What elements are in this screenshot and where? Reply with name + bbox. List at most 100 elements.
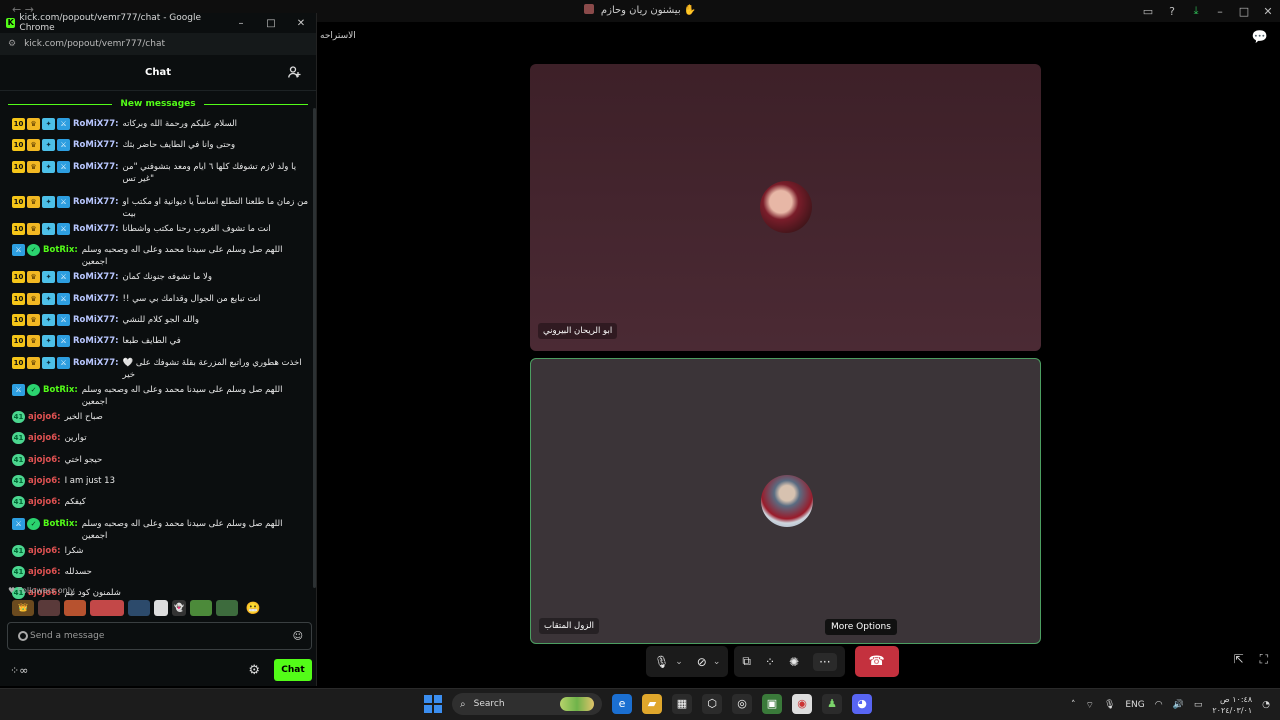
screen-share-icon[interactable]: ⧉ [742,654,751,669]
popout-icon[interactable]: ⇱ [1234,652,1244,667]
crown-badge-icon[interactable]: ♛ [27,222,40,235]
chrome-icon[interactable]: ◉ [792,694,812,714]
more-options-icon[interactable]: ··· [813,652,837,671]
ok-badge-icon[interactable]: ✓ [27,517,40,530]
vip-badge-icon[interactable]: ✦ [42,222,55,235]
emoji-picker-icon[interactable]: ☺ [293,631,303,642]
crown-badge-icon[interactable]: ♛ [27,195,40,208]
emote-grin-icon[interactable]: 😬 [242,600,264,616]
mod-badge-icon[interactable]: ⚔ [57,292,70,305]
app-hex-icon[interactable]: ⬡ [702,694,722,714]
og-badge-icon[interactable]: 41 [12,432,25,445]
clock[interactable]: ١٠:٤٨ ص ٢٠٢٤/٠٣/٠١ [1212,694,1252,716]
mod-badge-icon[interactable]: ⚔ [57,160,70,173]
vip-badge-icon[interactable]: ✦ [42,271,55,284]
ok-badge-icon[interactable]: ✓ [27,244,40,257]
maximize-icon[interactable]: □ [1232,5,1256,18]
crown-badge-icon[interactable]: ♛ [27,356,40,369]
chat-username[interactable]: ajojo6: [28,432,61,444]
vip-badge-icon[interactable]: ✦ [42,195,55,208]
popout-maximize-icon[interactable]: □ [256,18,286,29]
mod-badge-icon[interactable]: ⚔ [57,335,70,348]
mod-badge-icon[interactable]: ⚔ [57,118,70,130]
chat-username[interactable]: BotRix: [43,518,78,530]
chat-username[interactable]: ajojo6: [28,475,61,487]
message-input-box[interactable]: ☺ [7,622,312,650]
chat-bubble-icon[interactable]: 💬 [1252,30,1268,45]
discord-icon[interactable]: ◕ [852,694,872,714]
vip-badge-icon[interactable]: ✦ [42,292,55,305]
emote-cat-icon[interactable] [64,600,86,616]
sub-badge-icon[interactable]: 10 [12,356,25,369]
vip-badge-icon[interactable]: ✦ [42,160,55,173]
mod-badge-icon[interactable]: ⚔ [12,517,25,530]
message-input[interactable] [16,631,293,641]
crown-badge-icon[interactable]: ♛ [27,271,40,284]
chat-username[interactable]: RoMiX77: [73,357,119,369]
send-chat-button[interactable]: Chat [274,659,312,681]
download-icon[interactable]: ⤓ [1184,4,1208,18]
screen-share-icon[interactable]: ▭ [1136,5,1160,18]
mic-options-chevron-icon[interactable]: ⌄ [675,657,683,667]
og-badge-icon[interactable]: 41 [12,410,25,423]
chat-username[interactable]: RoMiX77: [73,118,119,130]
og-badge-icon[interactable]: 41 [12,474,25,487]
network-icon[interactable]: ⌔ [1085,700,1093,711]
microphone-tray-icon[interactable]: 🎙 [1104,700,1115,710]
chat-scrollbar[interactable] [313,108,316,588]
chat-username[interactable]: ajojo6: [28,496,61,508]
site-settings-icon[interactable]: ⚙ [8,39,16,49]
sub-badge-icon[interactable]: 10 [12,139,25,152]
chat-username[interactable]: RoMiX77: [73,196,119,208]
crown-badge-icon[interactable]: ♛ [27,313,40,326]
crown-badge-icon[interactable]: ♛ [27,139,40,152]
users-icon[interactable] [288,66,302,78]
vip-badge-icon[interactable]: ✦ [42,118,55,130]
end-call-button[interactable]: ☎ [854,646,899,677]
chat-username[interactable]: RoMiX77: [73,161,119,173]
crown-badge-icon[interactable]: ♛ [27,335,40,348]
taskbar-search[interactable]: ⌕ Search [452,693,602,715]
vip-badge-icon[interactable]: ✦ [42,335,55,348]
file-explorer-icon[interactable]: ▰ [642,694,662,714]
chevron-up-icon[interactable]: ˄ [1071,700,1076,710]
minimize-icon[interactable]: – [1208,5,1232,18]
og-badge-icon[interactable]: 41 [12,566,25,579]
wifi-icon[interactable]: ◠ [1155,700,1163,710]
mod-badge-icon[interactable]: ⚔ [57,313,70,326]
fullscreen-icon[interactable]: ⛶ [1260,652,1268,667]
chat-username[interactable]: BotRix: [43,244,78,256]
chat-username[interactable]: ajojo6: [28,545,61,557]
mod-badge-icon[interactable]: ⚔ [57,222,70,235]
language-indicator[interactable]: ENG [1125,700,1144,710]
sub-badge-icon[interactable]: 10 [12,271,25,284]
channel-points-icon[interactable]: ⁘∞ [10,664,28,677]
mod-badge-icon[interactable]: ⚔ [57,195,70,208]
sub-badge-icon[interactable]: 10 [12,160,25,173]
participant-tile-top[interactable]: ابو الريحان البيروني [530,64,1041,351]
app-figure-icon[interactable]: ♟ [822,694,842,714]
ok-badge-icon[interactable]: ✓ [27,383,40,396]
chat-username[interactable]: RoMiX77: [73,293,119,305]
emote-frog-icon[interactable] [190,600,212,616]
mod-badge-icon[interactable]: ⚔ [57,271,70,284]
sub-badge-icon[interactable]: 10 [12,335,25,348]
participant-tile-active[interactable]: الزول المتقاب [530,358,1041,644]
notification-icon[interactable]: ◔ [1262,700,1270,710]
crown-badge-icon[interactable]: ♛ [27,160,40,173]
vip-badge-icon[interactable]: ✦ [42,356,55,369]
chat-username[interactable]: BotRix: [43,384,78,396]
emote-crowd-icon[interactable]: 👑 [12,600,34,616]
crown-badge-icon[interactable]: ♛ [27,118,40,130]
vip-badge-icon[interactable]: ✦ [42,313,55,326]
mod-badge-icon[interactable]: ⚔ [12,383,25,396]
help-icon[interactable]: ? [1160,5,1184,18]
mod-badge-icon[interactable]: ⚔ [12,244,25,257]
microphone-icon[interactable]: 🎙 [654,655,669,669]
og-badge-icon[interactable]: 41 [12,496,25,509]
chat-username[interactable]: ajojo6: [28,411,61,423]
emote-car-icon[interactable] [128,600,150,616]
emote-lips-icon[interactable] [90,600,124,616]
og-badge-icon[interactable]: 41 [12,453,25,466]
vip-badge-icon[interactable]: ✦ [42,139,55,152]
